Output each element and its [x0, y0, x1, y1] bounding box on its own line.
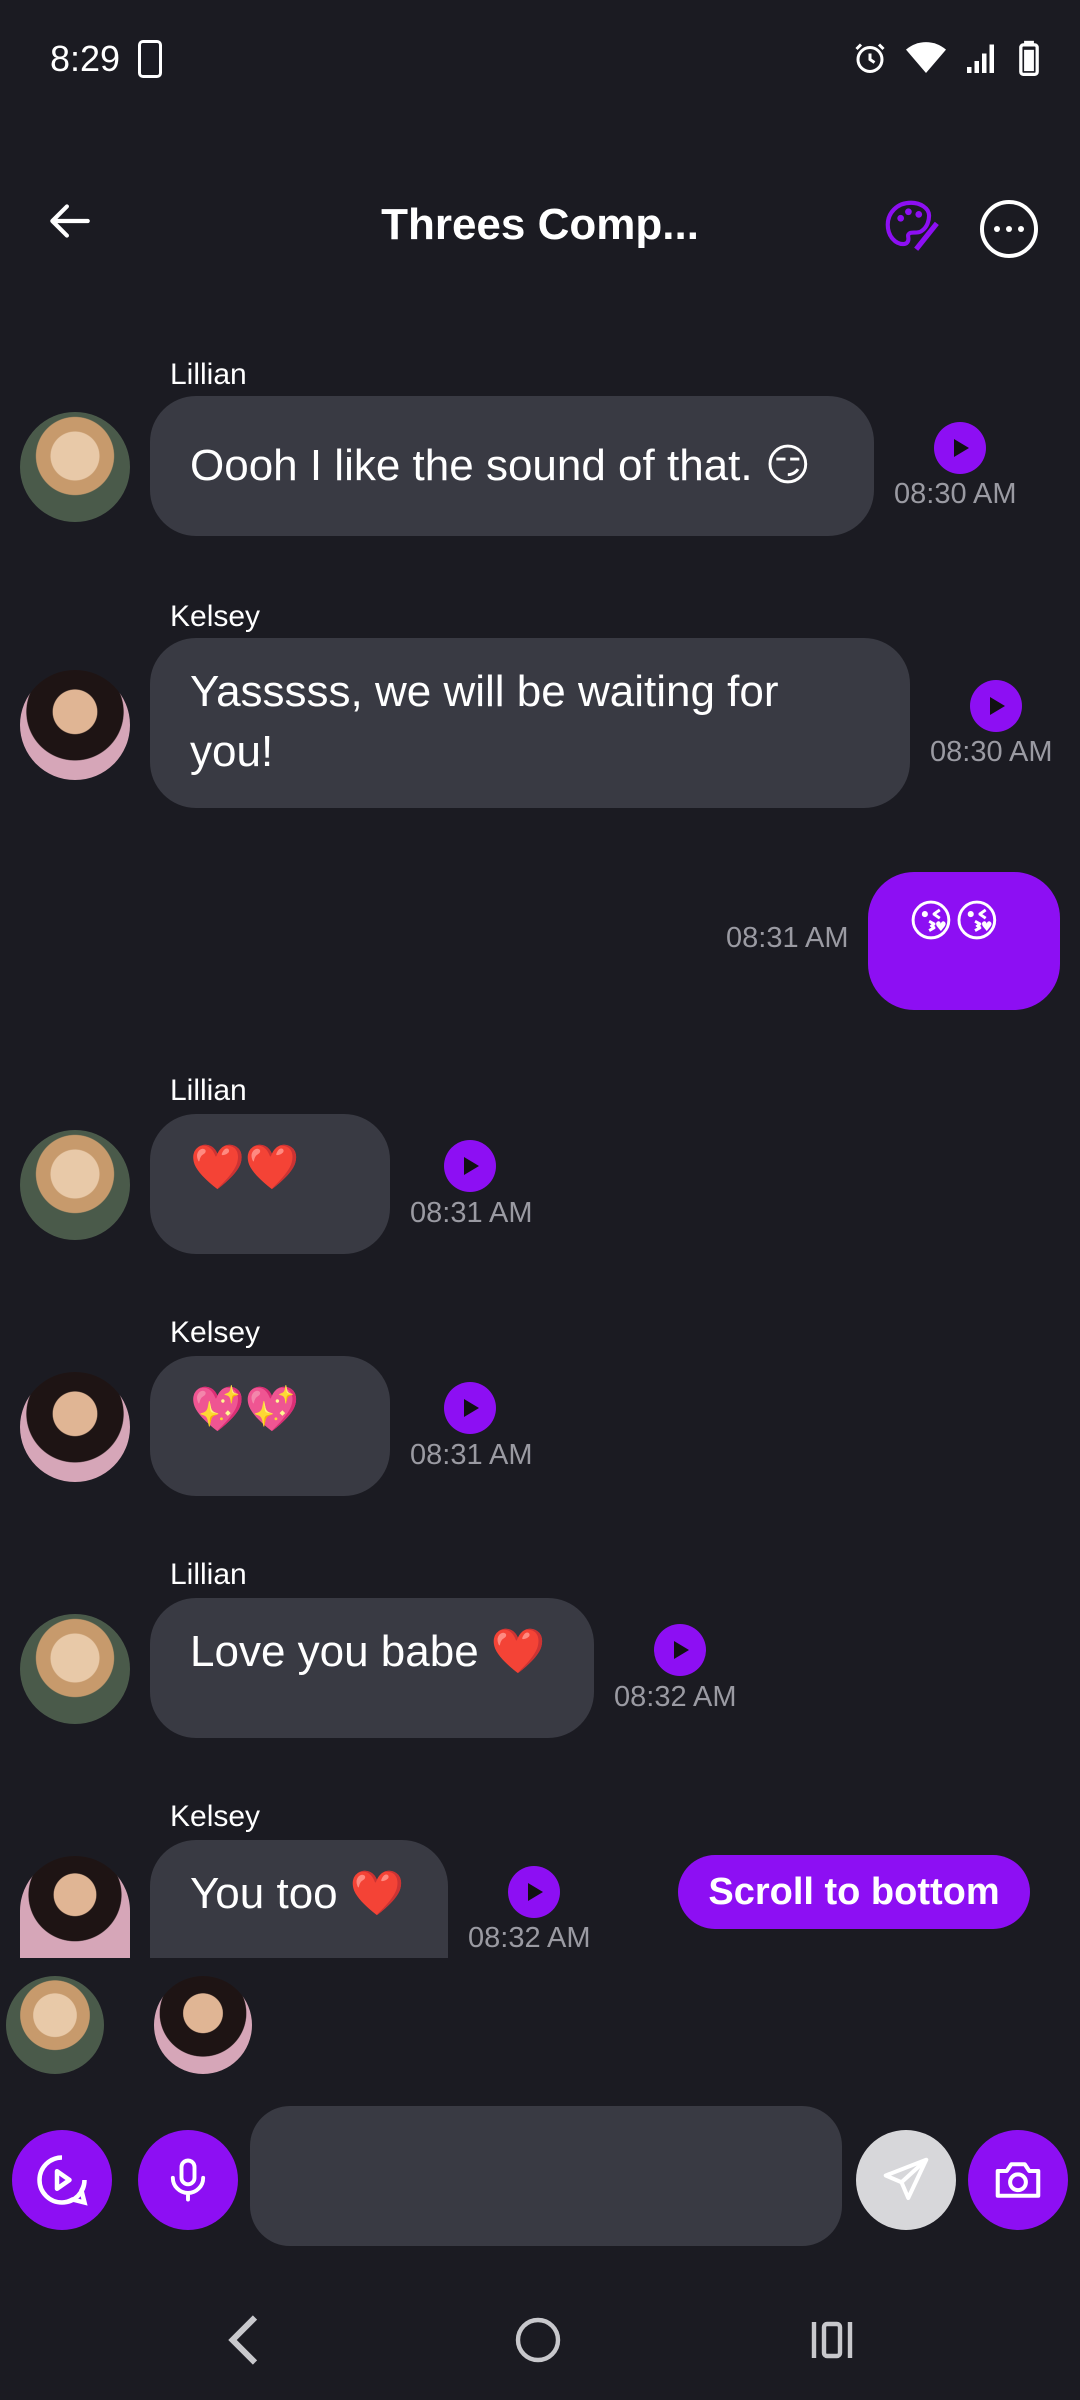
palette-icon	[885, 200, 939, 251]
sender-name: Kelsey	[170, 1316, 261, 1349]
send-icon	[883, 2157, 929, 2201]
play-icon	[674, 1641, 689, 1659]
message-time: 08:32 AM	[614, 1681, 737, 1713]
battery-icon	[1019, 40, 1039, 76]
play-icon	[990, 697, 1005, 715]
alarm-icon	[855, 43, 885, 73]
my-message-bubble[interactable]: 😘😘	[868, 872, 1060, 1010]
play-audio-button[interactable]	[444, 1382, 496, 1434]
more-icon-dot	[1018, 226, 1024, 232]
sender-name: Kelsey	[170, 1800, 261, 1833]
participant-avatar-kelsey[interactable]	[154, 1976, 252, 2074]
nav-home-icon	[515, 2317, 561, 2363]
nav-home-button[interactable]	[514, 2316, 562, 2369]
avatar-kelsey[interactable]	[20, 670, 130, 780]
play-audio-button[interactable]	[654, 1624, 706, 1676]
status-icons	[852, 40, 1040, 76]
play-icon	[954, 439, 969, 457]
message-bubble[interactable]: ❤️❤️	[150, 1114, 390, 1254]
message-text: 💖💖	[190, 1385, 300, 1434]
message-bubble[interactable]: 💖💖	[150, 1356, 390, 1496]
camera-button[interactable]	[968, 2130, 1068, 2230]
camera-icon	[995, 2162, 1041, 2198]
message-bubble[interactable]: Oooh I like the sound of that. 😏	[150, 396, 874, 536]
nav-recents-button[interactable]	[808, 2318, 856, 2367]
message-time: 08:31 AM	[410, 1197, 533, 1229]
sender-name: Kelsey	[170, 600, 261, 633]
message-text: ❤️❤️	[190, 1143, 300, 1192]
message-text: Love you babe ❤️	[190, 1627, 546, 1676]
scroll-to-bottom-button[interactable]: Scroll to bottom	[678, 1855, 1030, 1929]
signal-icon	[967, 44, 994, 73]
sender-name: Lillian	[170, 358, 247, 391]
video-message-button[interactable]	[12, 2130, 112, 2230]
avatar-kelsey[interactable]	[20, 1856, 130, 1958]
message-time: 08:31 AM	[410, 1439, 533, 1471]
play-audio-button[interactable]	[508, 1866, 560, 1918]
play-audio-button[interactable]	[444, 1140, 496, 1192]
status-time: 8:29	[50, 38, 121, 79]
message-time: 08:30 AM	[894, 478, 1017, 510]
send-button[interactable]	[856, 2130, 956, 2230]
more-options-button[interactable]	[980, 200, 1038, 258]
play-icon	[528, 1883, 543, 1901]
video-play-icon	[37, 2155, 88, 2206]
message-text: Yasssss, we will be waiting for you!	[190, 667, 779, 776]
avatar-lillian[interactable]	[20, 412, 130, 522]
message-text: Oooh I like the sound of that. 😏	[190, 441, 811, 490]
message-bubble[interactable]: Love you babe ❤️	[150, 1598, 594, 1738]
theme-button[interactable]	[880, 195, 942, 257]
avatar-kelsey[interactable]	[20, 1372, 130, 1482]
status-clipboard-icon	[138, 40, 162, 78]
nav-back-icon	[228, 2315, 258, 2365]
message-bubble[interactable]: Yasssss, we will be waiting for you!	[150, 638, 910, 808]
more-icon	[994, 226, 1000, 232]
play-icon	[464, 1399, 479, 1417]
message-time: 08:30 AM	[930, 736, 1053, 768]
play-audio-button[interactable]	[970, 680, 1022, 732]
play-icon	[464, 1157, 479, 1175]
message-input[interactable]	[250, 2106, 842, 2246]
participant-avatar-lillian[interactable]	[6, 1976, 104, 2074]
play-audio-button[interactable]	[934, 422, 986, 474]
avatar-lillian[interactable]	[20, 1614, 130, 1724]
message-time: 08:32 AM	[468, 1922, 591, 1954]
message-time: 08:31 AM	[726, 922, 849, 954]
nav-back-button[interactable]	[220, 2310, 270, 2375]
microphone-icon	[170, 2158, 206, 2202]
voice-record-button[interactable]	[138, 2130, 238, 2230]
avatar-lillian[interactable]	[20, 1130, 130, 1240]
wifi-icon	[906, 42, 946, 73]
message-bubble[interactable]: You too ❤️	[150, 1840, 448, 1958]
sender-name: Lillian	[170, 1074, 247, 1107]
message-text: You too ❤️	[190, 1869, 405, 1918]
message-text: 😘😘	[908, 897, 1000, 946]
sender-name: Lillian	[170, 1558, 247, 1591]
nav-recents-icon	[811, 2321, 853, 2359]
more-icon-dot	[1006, 226, 1012, 232]
